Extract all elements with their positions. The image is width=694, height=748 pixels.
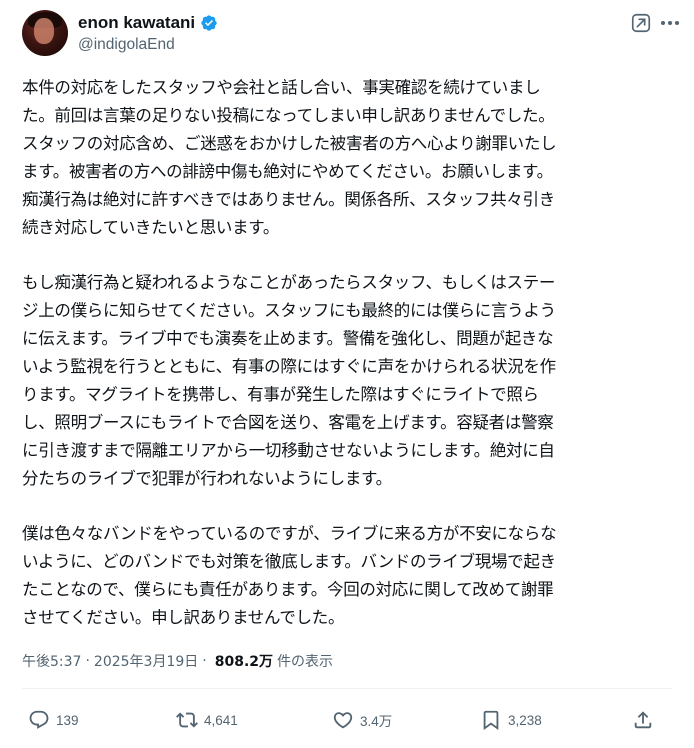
- text-line: 僕は色々なバンドをやっているのですが、ライブに来る方が不安にならな: [22, 524, 557, 544]
- reply-button[interactable]: 139: [28, 704, 79, 736]
- text-line: 本件の対応をしたスタッフや会社と話し合い、事実確認を続けていまし: [22, 78, 541, 97]
- like-count: 3.4万: [360, 714, 393, 729]
- text-line: させてください。申し訳ありませんでした。: [22, 608, 345, 628]
- tweet-paragraph: 本件の対応をしたスタッフや会社と話し合い、事実確認を続けていまし た。前回は言葉の…: [22, 74, 670, 241]
- text-line: た。前回は言葉の足りない投稿になってしまい申し訳ありませんでした。: [22, 105, 555, 125]
- text-line: 続き対応していきたいと思います。: [22, 217, 280, 237]
- user-handle[interactable]: @indigolaEnd: [78, 36, 175, 54]
- meta-separator: ·: [202, 653, 207, 669]
- bookmark-icon: [483, 710, 499, 731]
- avatar[interactable]: [22, 10, 68, 56]
- text-line: ます。被害者の方への誹謗中傷も絶対にやめてください。お願いします。: [22, 161, 553, 181]
- reply-count: 139: [56, 712, 79, 728]
- retweet-count: 4,641: [204, 712, 238, 728]
- more-horizontal-icon[interactable]: [658, 14, 682, 32]
- grok-icon[interactable]: [630, 12, 652, 34]
- verified-badge-icon[interactable]: [200, 14, 218, 32]
- like-button[interactable]: 3.4万: [332, 704, 392, 736]
- post-time[interactable]: 午後5:37: [22, 651, 81, 671]
- display-name[interactable]: enon kawatani: [78, 13, 195, 33]
- retweet-icon: [176, 712, 198, 728]
- text-line: し、照明ブースにもライトで合図を送り、客電を上げます。容疑者は警察: [22, 412, 554, 432]
- text-line: もし痴漢行為と疑われるようなことがあったらスタッフ、もしくはステー: [22, 273, 556, 293]
- views-label: 件の表示: [277, 654, 334, 670]
- tweet-meta: 午後5:37 · 2025年3月19日 · 808.2万 件の表示: [22, 651, 333, 671]
- text-line: に引き渡すまで隔離エリアから一切移動させないようにします。絶対に自: [22, 440, 555, 460]
- share-icon: [634, 711, 652, 729]
- divider: [22, 688, 672, 689]
- text-line: いように、どのバンドでも対策を徹底します。バンドのライブ現場で起き: [22, 552, 556, 572]
- text-line: 痴漢行為は絶対に許すべきではありません。関係各所、スタッフ共々引き: [22, 189, 555, 209]
- tweet-paragraph: 僕は色々なバンドをやっているのですが、ライブに来る方が不安にならな いように、どの…: [22, 520, 670, 632]
- text-line: ります。マグライトを携帯し、有事が発生した際はすぐにライトで照ら: [22, 384, 539, 404]
- post-date[interactable]: 2025年3月19日: [94, 651, 198, 671]
- tweet-text: 本件の対応をしたスタッフや会社と話し合い、事実確認を続けていまし た。前回は言葉の…: [22, 74, 670, 632]
- text-line: いよう監視を行うとともに、有事の際にはすぐに声をかけられる状況を作: [22, 357, 556, 377]
- bookmark-count: 3,238: [508, 712, 542, 728]
- text-line: ジ上の僕らに知らせてください。スタッフにも最終的には僕らに言うよう: [22, 301, 556, 321]
- tweet-header: enon kawatani @indigolaEnd: [22, 10, 679, 58]
- tweet-card: enon kawatani @indigolaEnd 本件の対応をしたスタッフや…: [0, 0, 694, 748]
- text-line: に伝えます。ライブ中でも演奏を止めます。警備を強化し、問題が起きな: [22, 329, 554, 349]
- name-row: enon kawatani: [78, 12, 218, 34]
- views-count[interactable]: 808.2万: [215, 651, 273, 671]
- bookmark-button[interactable]: 3,238: [480, 704, 542, 736]
- tweet-paragraph: もし痴漢行為と疑われるようなことがあったらスタッフ、もしくはステー ジ上の僕らに知…: [22, 269, 670, 492]
- reply-icon: [29, 710, 49, 729]
- meta-separator: ·: [85, 653, 90, 669]
- text-line: スタッフの対応含め、ご迷惑をおかけした被害者の方へ心より謝罪いたし: [22, 133, 557, 153]
- heart-icon: [333, 712, 353, 729]
- text-line: 分たちのライブで犯罪が行われないようにします。: [22, 468, 392, 488]
- action-bar: 139 4,641 3.4万 3,238: [22, 704, 672, 736]
- avatar-face: [34, 18, 54, 44]
- share-button[interactable]: [632, 704, 654, 736]
- text-line: たことなので、僕らにも責任があります。今回の対応に関して改めて謝罪: [22, 580, 554, 600]
- retweet-button[interactable]: 4,641: [176, 704, 238, 736]
